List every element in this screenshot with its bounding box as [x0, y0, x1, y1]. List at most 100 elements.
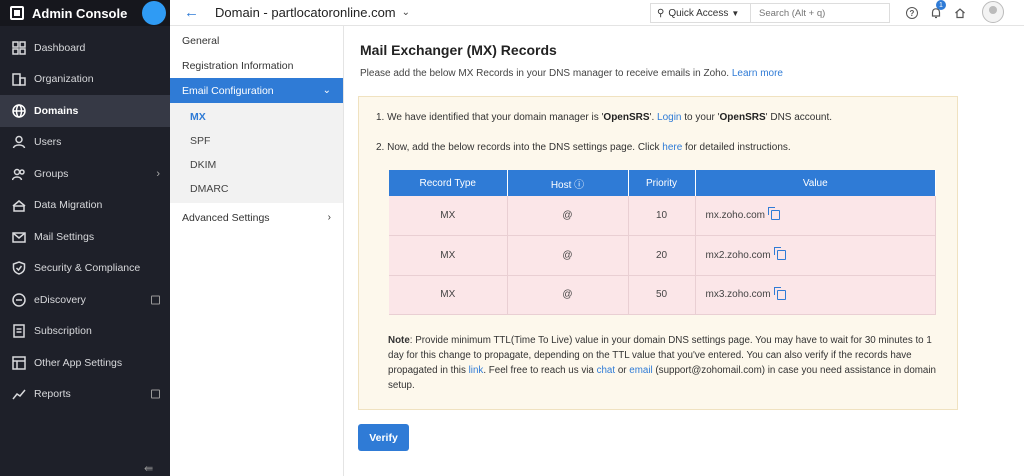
login-link[interactable]: Login: [657, 112, 681, 123]
email-link[interactable]: email: [629, 365, 652, 376]
chevron-right-icon: ›: [327, 212, 331, 223]
sidebar-item-label: eDiscovery: [34, 293, 86, 306]
domain-manager-name: OpenSRS: [603, 112, 650, 123]
submenu-child-spf[interactable]: SPF: [170, 129, 343, 153]
submenu-child-mx[interactable]: MX: [170, 105, 343, 129]
step-text: to your ': [681, 112, 720, 123]
step-text: for detailed instructions.: [682, 142, 791, 153]
learn-more-link[interactable]: Learn more: [732, 68, 783, 79]
sidebar-item-dashboard[interactable]: Dashboard: [0, 32, 170, 64]
quick-access-label: Quick Access: [668, 7, 729, 19]
cell-value: mx2.zoho.com: [695, 235, 936, 276]
sidebar-item-domains[interactable]: Domains: [0, 95, 170, 127]
submenu-item-registration[interactable]: Registration Information: [170, 53, 343, 78]
note-text: . Feel free to reach us via: [483, 365, 597, 376]
copy-icon[interactable]: [773, 247, 786, 261]
step-text: 2. Now, add the below records into the D…: [376, 142, 663, 153]
domain-selector[interactable]: Domain - partlocatoronline.com: [215, 5, 396, 20]
sidebar-item-security[interactable]: Security & Compliance: [0, 253, 170, 285]
caret-down-icon: ▼: [731, 8, 740, 18]
chevron-down-icon[interactable]: ⌄: [402, 7, 410, 18]
step-one: 1. We have identified that your domain m…: [376, 112, 832, 123]
mx-value-text: mx3.zoho.com: [705, 289, 771, 301]
app-switcher-icon[interactable]: [142, 1, 166, 25]
step-text: '.: [649, 112, 658, 123]
sidebar-item-mail-settings[interactable]: Mail Settings: [0, 221, 170, 253]
sidebar-item-users[interactable]: Users: [0, 127, 170, 159]
mx-value-text: mx.zoho.com: [705, 210, 765, 221]
main-content: Mail Exchanger (MX) Records Please add t…: [344, 26, 1024, 476]
submenu-item-general[interactable]: General: [170, 28, 343, 53]
search-input[interactable]: [750, 3, 890, 23]
submenu-child-dkim[interactable]: DKIM: [170, 153, 343, 177]
cell-record-type: MX: [389, 275, 508, 315]
sidebar-item-label: Reports: [34, 388, 71, 401]
home-icon[interactable]: [952, 5, 968, 21]
sidebar-item-label: Organization: [34, 73, 94, 86]
sidebar-item-label: Other App Settings: [34, 356, 123, 369]
app-title: Admin Console: [32, 5, 128, 21]
cell-host: @: [507, 235, 629, 276]
table-row: MX @ 10 mx.zoho.com: [389, 196, 936, 236]
sidebar-item-label: Users: [34, 136, 62, 149]
quick-access-dropdown[interactable]: ⚲ Quick Access ▼: [650, 3, 750, 23]
page-title: Mail Exchanger (MX) Records: [360, 42, 557, 58]
dashboard-icon: [12, 41, 26, 55]
table-header-row: Record Type Host ⓘ Priority Value: [389, 170, 936, 196]
cell-value: mx.zoho.com: [695, 196, 936, 236]
help-icon[interactable]: ?: [906, 7, 918, 19]
groups-icon: [12, 167, 26, 181]
chat-link[interactable]: chat: [597, 365, 616, 376]
submenu-item-advanced-settings[interactable]: Advanced Settings ›: [170, 205, 343, 230]
subscription-icon: [12, 324, 26, 338]
cell-host: @: [507, 275, 629, 315]
email-config-children: MX SPF DKIM DMARC: [170, 103, 343, 203]
sidebar-item-label: Dashboard: [34, 41, 86, 54]
mx-value-text: mx2.zoho.com: [705, 249, 771, 261]
note-label: Note: [388, 335, 410, 346]
sidebar-item-groups[interactable]: Groups ›: [0, 158, 170, 190]
back-arrow-icon[interactable]: ←: [184, 4, 199, 21]
step-two: 2. Now, add the below records into the D…: [376, 142, 791, 153]
submenu-item-email-configuration[interactable]: Email Configuration ⌄: [170, 78, 343, 103]
top-header: ← Domain - partlocatoronline.com ⌄ ⚲ Qui…: [170, 0, 1024, 26]
external-link-icon: [151, 295, 160, 305]
search-icon: ⚲: [657, 7, 665, 19]
copy-icon[interactable]: [773, 286, 786, 300]
sidebar-item-label: Domains: [34, 104, 79, 117]
apps-icon: [12, 356, 26, 370]
sidebar-item-ediscovery[interactable]: eDiscovery: [0, 284, 170, 316]
column-header-host: Host ⓘ: [507, 170, 629, 196]
notification-badge: 1: [936, 0, 946, 10]
verify-button[interactable]: Verify: [358, 424, 409, 451]
sidebar-item-label: Data Migration: [34, 199, 103, 212]
propagation-link[interactable]: link: [469, 365, 484, 376]
migration-icon: [12, 198, 26, 212]
sidebar-item-reports[interactable]: Reports: [0, 379, 170, 411]
table-row: MX @ 50 mx3.zoho.com: [389, 275, 936, 315]
step-text: 1. We have identified that your domain m…: [376, 112, 604, 123]
column-header-record-type: Record Type: [389, 170, 508, 196]
cell-priority: 50: [628, 275, 696, 315]
sidebar-nav: Dashboard Organization Domains Users Gro…: [0, 32, 170, 410]
sidebar-item-subscription[interactable]: Subscription: [0, 316, 170, 348]
submenu-child-dmarc[interactable]: DMARC: [170, 177, 343, 201]
copy-icon[interactable]: [767, 207, 780, 221]
sidebar-item-label: Groups: [34, 167, 69, 180]
sidebar-item-other-app-settings[interactable]: Other App Settings: [0, 347, 170, 379]
note-text: or: [615, 365, 630, 376]
sidebar-item-organization[interactable]: Organization: [0, 64, 170, 96]
shield-icon: [12, 261, 26, 276]
cell-host: @: [507, 196, 629, 236]
collapse-sidebar-icon[interactable]: ⇚: [144, 462, 153, 475]
avatar[interactable]: [982, 1, 1004, 23]
here-link[interactable]: here: [662, 142, 682, 153]
column-header-priority: Priority: [628, 170, 696, 196]
admin-logo-icon: [10, 6, 24, 20]
sidebar-item-data-migration[interactable]: Data Migration: [0, 190, 170, 222]
sidebar-item-label: Subscription: [34, 325, 92, 338]
chevron-right-icon: ›: [156, 167, 160, 180]
globe-icon: [12, 104, 26, 118]
cell-value: mx3.zoho.com: [695, 275, 936, 315]
domain-submenu: General Registration Information Email C…: [170, 26, 344, 476]
